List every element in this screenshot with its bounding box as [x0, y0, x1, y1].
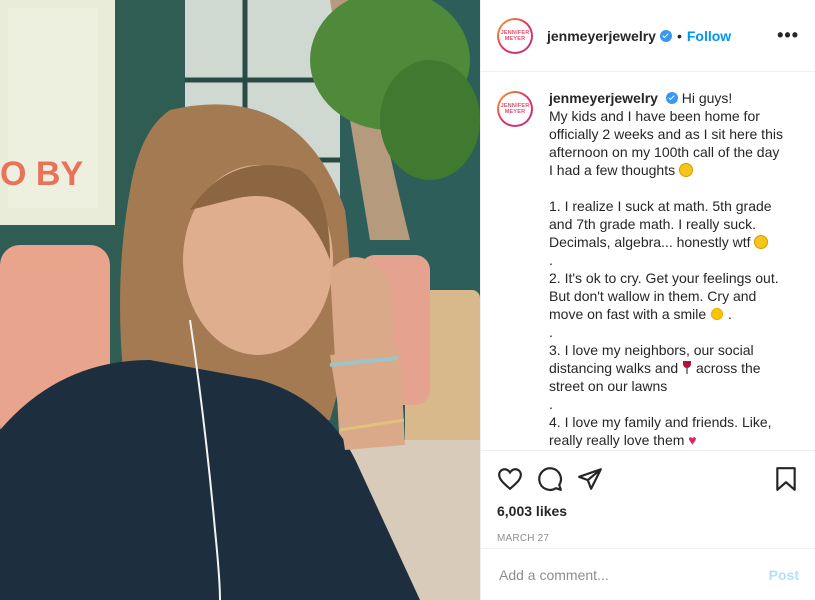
caption-line: 4. I love my family and friends. Like,	[549, 414, 772, 430]
caption-line: Decimals, algebra... honestly wtf	[549, 233, 783, 251]
avatar[interactable]: JENNIFER MEYER	[497, 17, 533, 54]
post-comment-button[interactable]: Post	[769, 567, 799, 583]
caption-text: jenmeyerjewelry Hi guys! My kids and I h…	[549, 89, 783, 448]
caption-line: officially 2 weeks and as I sit here thi…	[549, 126, 783, 142]
wine-glass-icon	[682, 361, 692, 375]
save-bookmark-icon[interactable]	[773, 466, 799, 492]
post-actions: 6,003 likes MARCH 27	[481, 450, 815, 544]
caption-line: I had a few thoughts	[549, 161, 783, 179]
header-username[interactable]: jenmeyerjewelry	[547, 28, 656, 44]
caption-line: distancing walks and across the	[549, 360, 761, 376]
caption-line: .	[549, 324, 553, 340]
caption-line: move on fast with a smile .	[549, 306, 732, 322]
caption-line: 1. I realize I suck at math. 5th grade	[549, 198, 772, 214]
comment-input[interactable]	[497, 565, 769, 584]
caption-greeting: Hi guys!	[681, 90, 733, 106]
caption-line: But don't wallow in them. Cry and	[549, 288, 757, 304]
comment-bar: Post	[481, 548, 815, 600]
verified-badge-icon	[659, 29, 672, 42]
caption-line: street on our lawns	[549, 378, 668, 394]
caption-line: .	[549, 252, 553, 268]
caption-avatar[interactable]: JENNIFER MEYER	[497, 91, 533, 127]
sun-icon	[710, 307, 725, 321]
follow-button[interactable]: Follow	[687, 28, 731, 44]
separator-dot: •	[676, 27, 682, 44]
laughing-face-icon	[754, 235, 769, 249]
verified-badge-icon	[665, 92, 678, 104]
avatar-logo: JENNIFER MEYER	[499, 19, 531, 52]
caption-area: JENNIFER MEYER jenmeyerjewelry Hi guys! …	[481, 73, 815, 449]
caption-avatar-logo: JENNIFER MEYER	[499, 93, 531, 125]
selfie-photo: O BY	[0, 0, 480, 600]
caption-line: and 7th grade math. I really suck.	[549, 216, 756, 232]
post-date[interactable]: MARCH 27	[497, 533, 799, 544]
post-side-panel: JENNIFER MEYER jenmeyerjewelry • Follow …	[480, 0, 815, 600]
caption-line: afternoon on my 100th call of the day	[549, 144, 780, 160]
likes-count[interactable]: 6,003 likes	[497, 503, 799, 519]
like-heart-icon[interactable]	[497, 466, 523, 492]
comment-bubble-icon[interactable]	[537, 466, 563, 492]
caption-line: really really love them ♥	[549, 432, 697, 448]
caption-line: 2. It's ok to cry. Get your feelings out…	[549, 270, 779, 286]
heart-emoji-icon: ♥	[688, 432, 697, 448]
more-options-icon[interactable]: •••	[777, 25, 799, 46]
post-header: JENNIFER MEYER jenmeyerjewelry • Follow …	[481, 0, 815, 72]
smiling-face-icon	[678, 163, 693, 177]
caption-line: 3. I love my neighbors, our social	[549, 342, 754, 358]
share-paper-plane-icon[interactable]	[577, 466, 603, 492]
caption-line-0: jenmeyerjewelry Hi guys!	[549, 89, 783, 107]
caption-line: My kids and I have been home for	[549, 108, 760, 124]
caption-line: .	[549, 396, 553, 412]
caption-username[interactable]: jenmeyerjewelry	[549, 90, 658, 106]
action-icons	[497, 459, 799, 499]
svg-text:O BY: O BY	[0, 155, 83, 193]
post-photo: O BY	[0, 0, 480, 600]
